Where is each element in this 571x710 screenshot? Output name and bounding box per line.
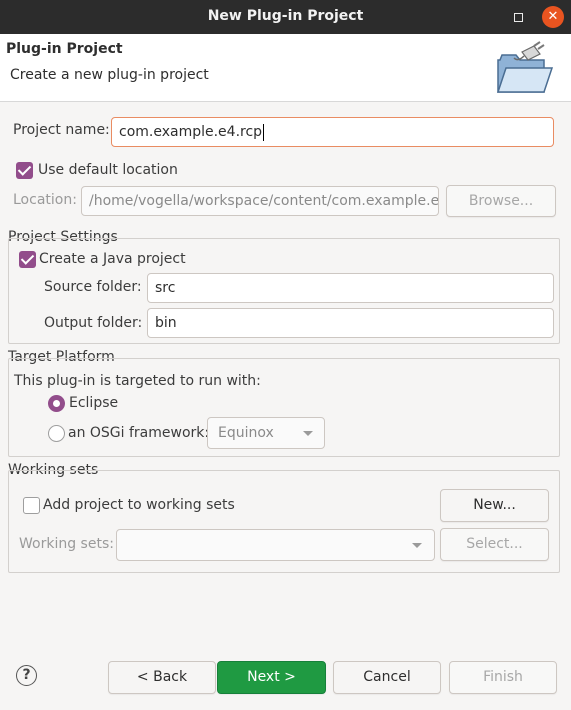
source-folder-input[interactable]: src <box>147 273 554 303</box>
working-sets-select[interactable] <box>116 529 435 561</box>
select-working-sets-button[interactable]: Select... <box>440 528 549 561</box>
working-sets-label: Working sets: <box>19 536 114 552</box>
browse-button[interactable]: Browse... <box>446 185 556 217</box>
project-name-input[interactable]: com.example.e4.rcp <box>111 117 554 147</box>
close-icon[interactable]: ✕ <box>542 6 564 28</box>
maximize-icon[interactable] <box>508 7 528 27</box>
page-description: Create a new plug-in project <box>10 67 209 83</box>
project-name-label: Project name: <box>13 122 110 138</box>
output-folder-input[interactable]: bin <box>147 308 554 338</box>
finish-button[interactable]: Finish <box>449 661 557 694</box>
location-input[interactable]: /home/vogella/workspace/content/com.exam… <box>81 186 439 216</box>
output-folder-label: Output folder: <box>44 315 143 331</box>
help-icon[interactable]: ? <box>16 665 37 686</box>
target-platform-intro: This plug-in is targeted to run with: <box>14 373 261 389</box>
osgi-framework-label: an OSGi framework: <box>68 425 210 441</box>
create-java-project-checkbox[interactable] <box>19 251 36 268</box>
new-working-set-button[interactable]: New... <box>440 489 549 522</box>
chevron-down-icon <box>412 543 422 548</box>
use-default-location-checkbox[interactable] <box>16 162 33 179</box>
next-button[interactable]: Next > <box>217 661 326 694</box>
back-button[interactable]: < Back <box>108 661 216 694</box>
add-to-working-sets-checkbox[interactable] <box>23 497 40 514</box>
location-label: Location: <box>13 192 77 208</box>
osgi-framework-radio[interactable] <box>48 425 65 442</box>
eclipse-radio-label: Eclipse <box>69 395 119 411</box>
eclipse-radio[interactable] <box>48 395 65 412</box>
cancel-button[interactable]: Cancel <box>333 661 441 694</box>
source-folder-label: Source folder: <box>44 279 142 295</box>
create-java-project-label: Create a Java project <box>39 251 186 267</box>
use-default-location-label: Use default location <box>38 162 178 178</box>
chevron-down-icon <box>303 431 313 436</box>
add-to-working-sets-label: Add project to working sets <box>43 497 235 513</box>
page-title: Plug-in Project <box>6 41 123 57</box>
folder-plug-icon <box>496 41 554 93</box>
window-title: New Plug-in Project <box>207 8 364 24</box>
